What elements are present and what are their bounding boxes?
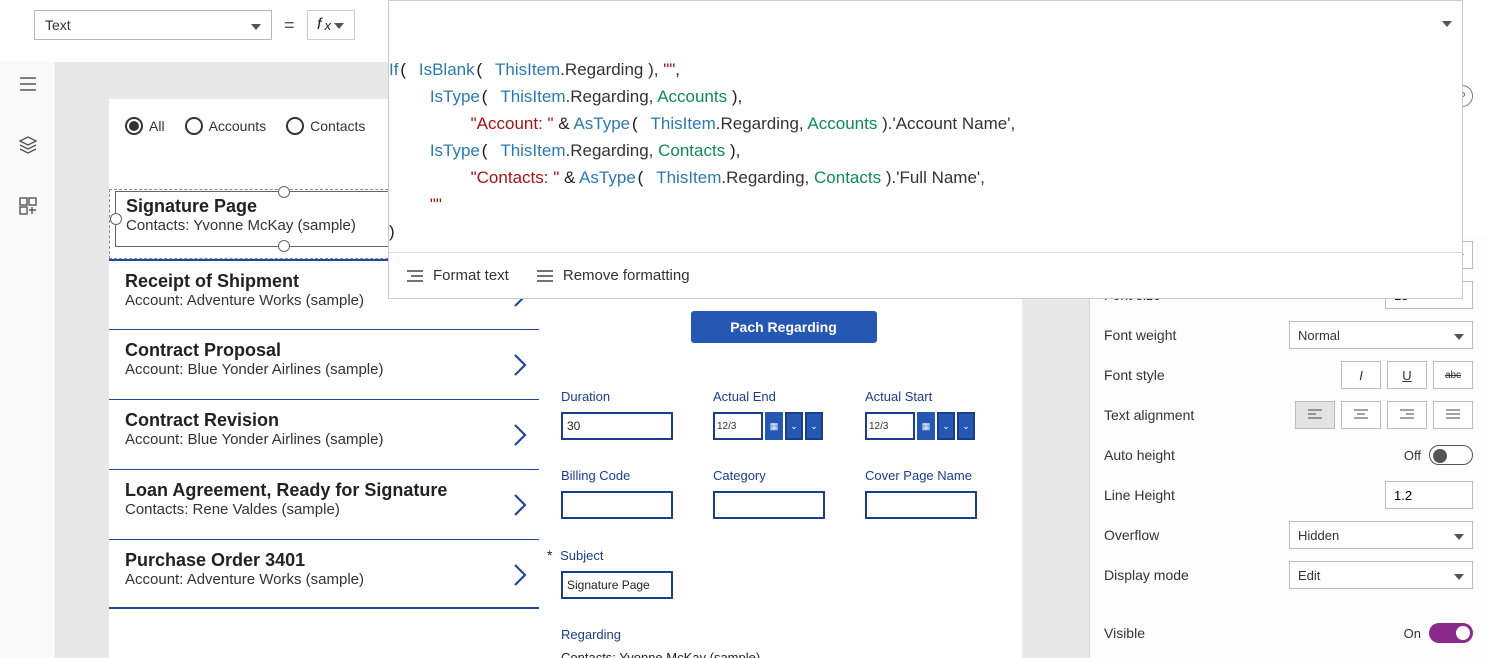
- prop-label: Overflow: [1104, 527, 1159, 543]
- field-label: Duration: [561, 389, 681, 404]
- fx-button[interactable]: fx: [307, 10, 355, 40]
- prop-label: Auto height: [1104, 447, 1175, 463]
- gallery-item[interactable]: Loan Agreement, Ready for Signature Cont…: [109, 469, 539, 539]
- components-icon[interactable]: [18, 196, 38, 221]
- chevron-down-icon[interactable]: [1442, 11, 1452, 36]
- italic-button[interactable]: I: [1341, 361, 1381, 389]
- field-label: Billing Code: [561, 468, 681, 483]
- chevron-down-icon: [1454, 328, 1464, 343]
- regarding-value: Contacts: Yvonne McKay (sample): [561, 650, 1006, 658]
- strikethrough-button[interactable]: abc: [1433, 361, 1473, 389]
- subject-input[interactable]: Signature Page: [561, 571, 673, 599]
- formula-editor[interactable]: If( IsBlank( ThisItem.Regarding ), "", I…: [388, 0, 1463, 299]
- property-selector-value: Text: [45, 17, 71, 33]
- radio-all[interactable]: All: [125, 117, 165, 135]
- hour-select[interactable]: ⌄: [785, 412, 803, 440]
- field-label: Category: [713, 468, 833, 483]
- format-text-icon: [407, 269, 423, 283]
- equals-sign: =: [280, 15, 299, 36]
- detail-form: Yvonne McKay (sample) Pach Regarding Dur…: [561, 239, 1006, 658]
- chevron-down-icon: [251, 17, 261, 33]
- field-label: Actual Start: [865, 389, 985, 404]
- auto-height-toggle[interactable]: [1429, 445, 1473, 465]
- visible-toggle[interactable]: [1429, 623, 1473, 643]
- radio-contacts[interactable]: Contacts: [286, 117, 365, 135]
- prop-label: Text alignment: [1104, 407, 1194, 423]
- gallery-item-title: Contract Proposal: [125, 340, 523, 361]
- field-label: Regarding: [561, 627, 1006, 642]
- required-star: *: [547, 547, 552, 563]
- layers-icon[interactable]: [18, 135, 38, 160]
- gallery-item-subtitle: Account: Adventure Works (sample): [125, 571, 523, 588]
- prop-label: Display mode: [1104, 567, 1189, 583]
- category-input[interactable]: [713, 491, 825, 519]
- overflow-select[interactable]: Hidden: [1289, 521, 1473, 549]
- hamburger-icon[interactable]: [18, 74, 38, 99]
- date-input[interactable]: 12/3: [713, 412, 763, 440]
- gallery-item[interactable]: Purchase Order 3401 Account: Adventure W…: [109, 539, 539, 609]
- prop-label: Font style: [1104, 367, 1165, 383]
- prop-label: Font weight: [1104, 327, 1176, 343]
- left-rail: [0, 62, 56, 658]
- cover-input[interactable]: [865, 491, 977, 519]
- chevron-right-icon[interactable]: [511, 352, 529, 378]
- gallery-item-subtitle: Account: Blue Yonder Airlines (sample): [125, 431, 523, 448]
- field-label: Actual End: [713, 389, 833, 404]
- calendar-icon[interactable]: ▦: [917, 412, 935, 440]
- align-justify-button[interactable]: [1433, 401, 1473, 429]
- gallery-item-title: Purchase Order 3401: [125, 550, 523, 571]
- chevron-down-icon: [1454, 568, 1464, 583]
- billing-input[interactable]: [561, 491, 673, 519]
- gallery-item-title: Contract Revision: [125, 410, 523, 431]
- gallery-item-title: Loan Agreement, Ready for Signature: [125, 480, 523, 501]
- patch-button[interactable]: Pach Regarding: [691, 311, 877, 343]
- date-input[interactable]: 12/3: [865, 412, 915, 440]
- remove-formatting-icon: [537, 269, 553, 283]
- field-label: Cover Page Name: [865, 468, 985, 483]
- align-left-button[interactable]: [1295, 401, 1335, 429]
- field-label: Subject: [560, 548, 603, 563]
- gallery-item-subtitle: Account: Blue Yonder Airlines (sample): [125, 361, 523, 378]
- hour-select[interactable]: ⌄: [937, 412, 955, 440]
- chevron-right-icon[interactable]: [511, 422, 529, 448]
- display-mode-select[interactable]: Edit: [1289, 561, 1473, 589]
- gallery-item[interactable]: Contract Proposal Account: Blue Yonder A…: [109, 329, 539, 399]
- property-selector[interactable]: Text: [34, 10, 272, 40]
- format-text-button[interactable]: Format text: [407, 267, 509, 284]
- align-center-button[interactable]: [1341, 401, 1381, 429]
- align-right-button[interactable]: [1387, 401, 1427, 429]
- duration-input[interactable]: 30: [561, 412, 673, 440]
- chevron-down-icon: [1454, 528, 1464, 543]
- font-weight-select[interactable]: Normal: [1289, 321, 1473, 349]
- radio-accounts[interactable]: Accounts: [185, 117, 267, 135]
- minute-select[interactable]: ⌄: [957, 412, 975, 440]
- chevron-right-icon[interactable]: [511, 492, 529, 518]
- prop-label: Visible: [1104, 625, 1145, 641]
- remove-formatting-button[interactable]: Remove formatting: [537, 267, 690, 284]
- minute-select[interactable]: ⌄: [805, 412, 823, 440]
- prop-label: Line Height: [1104, 487, 1175, 503]
- chevron-right-icon[interactable]: [511, 562, 529, 588]
- line-height-input[interactable]: [1385, 481, 1473, 509]
- calendar-icon[interactable]: ▦: [765, 412, 783, 440]
- gallery-item[interactable]: Contract Revision Account: Blue Yonder A…: [109, 399, 539, 469]
- chevron-down-icon: [334, 16, 344, 34]
- gallery-item-subtitle: Contacts: Rene Valdes (sample): [125, 501, 523, 518]
- underline-button[interactable]: U: [1387, 361, 1427, 389]
